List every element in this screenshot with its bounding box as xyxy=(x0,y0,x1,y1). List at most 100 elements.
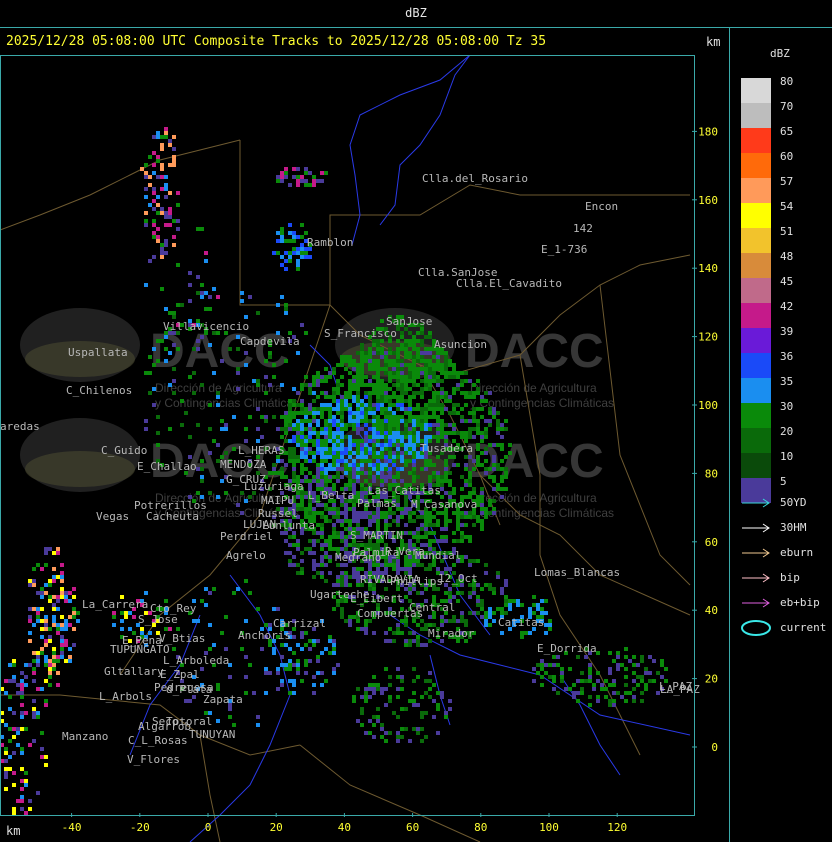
x-tick-label: 40 xyxy=(338,821,351,834)
place-label: Palmas xyxy=(357,497,397,510)
place-label: MAIPU xyxy=(261,494,294,507)
place-label: Villavicencio xyxy=(163,320,249,333)
place-label: Las_Catitas xyxy=(368,484,441,497)
legend-swatch-35 xyxy=(741,378,771,403)
legend-value: 70 xyxy=(780,100,794,113)
legend-title: dBZ xyxy=(770,47,790,60)
place-label: aredas xyxy=(0,420,40,433)
legend-value: 80 xyxy=(780,75,794,88)
place-label: Perdriel xyxy=(220,530,273,543)
legend-swatch-51 xyxy=(741,228,771,253)
track-key-label: eb+bip xyxy=(780,596,820,609)
place-label: V_Btias xyxy=(159,632,205,645)
place-label: L_Libert xyxy=(350,592,403,605)
watermark-brand: DACC xyxy=(465,325,604,378)
legend-swatch-20 xyxy=(741,428,771,453)
x-tick-label: 0 xyxy=(205,821,212,834)
place-label: Algarrob xyxy=(138,720,191,733)
y-tick-label: 120 xyxy=(698,331,718,344)
y-tick-label: 40 xyxy=(705,604,718,617)
panel-divider xyxy=(729,28,730,842)
legend-swatch-10 xyxy=(741,453,771,478)
place-label: Clla.El_Cavadito xyxy=(456,277,562,290)
place-label: Luzuriaga xyxy=(244,480,304,493)
place-label: Pedregosa xyxy=(154,681,214,694)
y-tick-label: 80 xyxy=(705,467,718,480)
legend-swatch-48 xyxy=(741,253,771,278)
y-tick-label: 100 xyxy=(698,399,718,412)
legend-value: 39 xyxy=(780,325,794,338)
place-label: Agrelo xyxy=(226,549,266,562)
place-label: SanJose xyxy=(386,315,432,328)
legend-swatch-42 xyxy=(741,303,771,328)
place-label: L_Belta xyxy=(308,489,354,502)
legend-value: 60 xyxy=(780,150,794,163)
place-label: Uspallata xyxy=(68,346,128,359)
place-label: Mirador xyxy=(428,627,475,640)
x-tick-label: 80 xyxy=(474,821,487,834)
place-label: Cacheuta xyxy=(146,510,199,523)
place-label: C_Chilenos xyxy=(66,384,132,397)
place-label: Manzano xyxy=(62,730,108,743)
legend-swatch-80 xyxy=(741,78,771,103)
legend-value: 30 xyxy=(780,400,794,413)
track-key-label: bip xyxy=(780,571,800,584)
x-tick-label: 20 xyxy=(270,821,283,834)
place-label: Medrano xyxy=(335,551,381,564)
legend-value: 35 xyxy=(780,375,794,388)
legend-value: 65 xyxy=(780,125,794,138)
track-key-label: 50YD xyxy=(780,496,807,509)
window-title: dBZ xyxy=(405,6,427,20)
place-label: L_Arbols xyxy=(99,690,152,703)
place-label: Anchoris xyxy=(238,629,291,642)
arrow-icon xyxy=(742,573,770,583)
place-label: Gltallary xyxy=(104,665,164,678)
place-label: Ramblon xyxy=(307,236,353,249)
arrow-icon xyxy=(742,598,770,608)
legend-swatch-57 xyxy=(741,178,771,203)
place-label: Central xyxy=(409,601,455,614)
y-tick-label: 20 xyxy=(705,673,718,686)
place-label: Capdevila xyxy=(240,335,300,348)
place-label: Vegas xyxy=(96,510,129,523)
place-label: 142 xyxy=(573,222,593,235)
place-label: V_Flores xyxy=(127,753,180,766)
legend-swatch-65 xyxy=(741,128,771,153)
radar-header: 2025/12/28 05:08:00 UTC Composite Tracks… xyxy=(6,34,547,49)
x-tick-label: 100 xyxy=(539,821,559,834)
place-label: S_MARTIN xyxy=(350,529,403,542)
place-label: 12_Oct xyxy=(438,572,478,585)
legend-swatch-45 xyxy=(741,278,771,303)
legend-value: 5 xyxy=(780,475,787,488)
arrow-icon xyxy=(742,498,770,508)
ellipse-icon xyxy=(741,620,771,636)
place-label: L_PAZ xyxy=(659,680,692,693)
place-label: C_L_Rosas xyxy=(128,734,188,747)
legend-value: 10 xyxy=(780,450,794,463)
place-label: Tusadera xyxy=(420,442,473,455)
x-tick-label: 60 xyxy=(406,821,419,834)
place-label: Catitas xyxy=(498,616,544,629)
track-key-label: 30HM xyxy=(780,521,807,534)
y-tick-label: 180 xyxy=(698,125,718,138)
place-label: Mundial xyxy=(415,549,461,562)
x-tick-label: -20 xyxy=(130,821,150,834)
place-label: E_Zpal xyxy=(160,668,200,681)
place-label: Asuncion xyxy=(434,338,487,351)
place-label: E_Dorrida xyxy=(537,642,597,655)
y-tick-label: 160 xyxy=(698,194,718,207)
legend-value: 54 xyxy=(780,200,794,213)
legend-swatch-30 xyxy=(741,403,771,428)
legend-swatch-60 xyxy=(741,153,771,178)
place-label: Zapata xyxy=(203,693,243,706)
track-key-label: eburn xyxy=(780,546,814,559)
legend-swatch-39 xyxy=(741,328,771,353)
place-label: La_Carrera xyxy=(82,598,148,611)
legend-value: 57 xyxy=(780,175,794,188)
legend-swatch-36 xyxy=(741,353,771,378)
place-label: Encon xyxy=(585,200,618,213)
legend-swatch-70 xyxy=(741,103,771,128)
radar-map[interactable]: DACCDirección de Agriculturay Contingenc… xyxy=(0,55,729,842)
legend-value: 51 xyxy=(780,225,794,238)
place-label: L_HERAS xyxy=(238,444,284,457)
